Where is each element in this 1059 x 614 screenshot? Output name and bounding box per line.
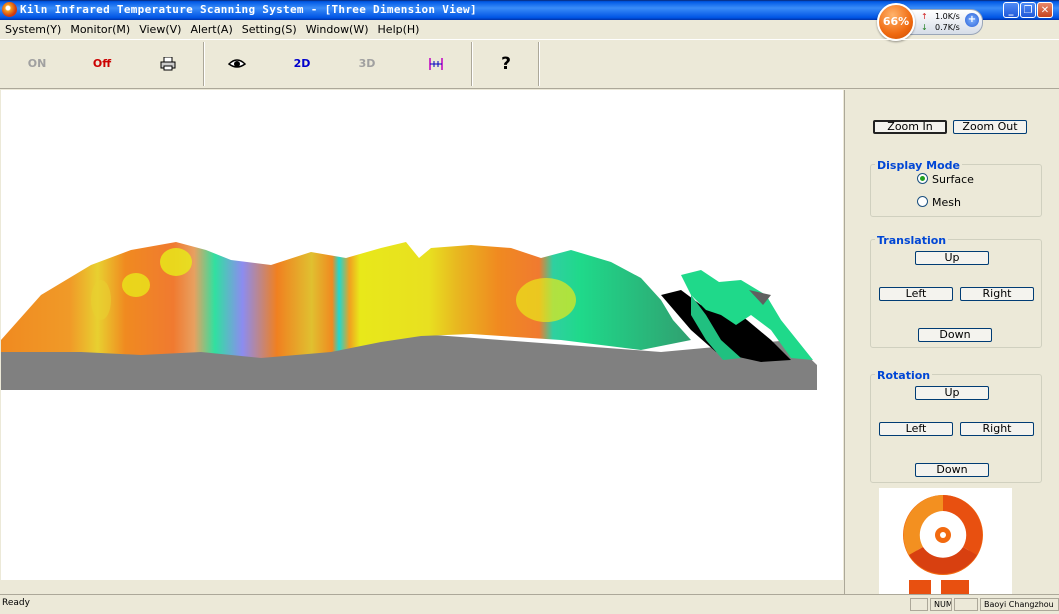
three-dimension-view[interactable] <box>1 90 843 580</box>
rotation-title: Rotation <box>875 369 933 382</box>
toolbar: ON Off 2D 3D ? <box>0 39 1059 89</box>
menu-help[interactable]: Help(H) <box>373 20 424 36</box>
menu-window[interactable]: Window(W) <box>301 20 373 36</box>
network-monitor-widget[interactable]: 66% ↑ 1.0K/s ↓ 0.7K/s + <box>877 3 983 41</box>
translate-up-button[interactable]: Up <box>915 251 989 265</box>
menu-system[interactable]: System(Y) <box>0 20 65 36</box>
on-button[interactable]: ON <box>17 53 57 75</box>
download-arrow-icon: ↓ <box>921 23 928 32</box>
translation-title: Translation <box>875 234 949 247</box>
download-rate: 0.7K/s <box>935 23 960 32</box>
close-button[interactable]: ✕ <box>1037 2 1053 18</box>
display-mode-group: Display Mode Surface Mesh <box>870 159 1042 217</box>
cpu-usage-ball[interactable]: 66% <box>877 3 915 41</box>
help-button[interactable]: ? <box>486 53 526 75</box>
hot-spot <box>160 248 192 276</box>
num-lock-indicator: NUM <box>930 598 952 611</box>
mesh-label: Mesh <box>932 196 961 209</box>
menu-bar: System(Y) Monitor(M) View(V) Alert(A) Settin… <box>0 20 860 39</box>
upload-rate: 1.0K/s <box>935 12 960 21</box>
status-bar: Ready NUM Baoyi Changzhou <box>0 594 1059 614</box>
view-3d-button[interactable]: 3D <box>347 53 387 75</box>
radio-button[interactable] <box>917 173 928 184</box>
surface-label: Surface <box>932 173 974 186</box>
view-button[interactable] <box>217 53 257 75</box>
minimize-button[interactable]: _ <box>1003 2 1019 18</box>
restore-button[interactable]: ❐ <box>1020 2 1036 18</box>
company-logo <box>879 488 1012 594</box>
hot-spot <box>91 280 111 320</box>
toolbar-separator <box>538 42 540 86</box>
menu-monitor[interactable]: Monitor(M) <box>65 20 134 36</box>
app-icon[interactable] <box>2 2 17 17</box>
menu-alert[interactable]: Alert(A) <box>185 20 236 36</box>
surface-radio[interactable]: Surface <box>917 173 974 186</box>
translate-right-button[interactable]: Right <box>960 287 1034 301</box>
mesh-radio[interactable]: Mesh <box>917 196 961 209</box>
status-cell-empty <box>910 598 928 611</box>
translate-down-button[interactable]: Down <box>918 328 992 342</box>
menu-view[interactable]: View(V) <box>134 20 185 36</box>
zoom-out-button[interactable]: Zoom Out <box>953 120 1027 134</box>
view-2d-button[interactable]: 2D <box>282 53 322 75</box>
temperature-surface-plot <box>1 242 817 390</box>
menu-setting[interactable]: Setting(S) <box>237 20 301 36</box>
status-cell-empty <box>954 598 978 611</box>
control-panel: Zoom In Zoom Out Display Mode Surface Me… <box>844 90 1059 594</box>
rotate-left-button[interactable]: Left <box>879 422 953 436</box>
hot-spot <box>122 273 150 297</box>
upload-arrow-icon: ↑ <box>921 12 928 21</box>
translate-left-button[interactable]: Left <box>879 287 953 301</box>
display-mode-title: Display Mode <box>875 159 963 172</box>
rotate-up-button[interactable]: Up <box>915 386 989 400</box>
off-button[interactable]: Off <box>82 53 122 75</box>
accelerate-icon[interactable]: + <box>965 13 979 27</box>
eye-icon <box>227 59 247 68</box>
window-title: Kiln Infrared Temperature Scanning Syste… <box>20 3 477 16</box>
radio-button[interactable] <box>917 196 928 207</box>
zoom-in-button[interactable]: Zoom In <box>873 120 947 134</box>
ruler-icon <box>429 58 443 70</box>
hot-spot <box>516 278 576 322</box>
printer-icon <box>160 56 176 71</box>
status-text: Ready <box>2 598 30 608</box>
rotate-right-button[interactable]: Right <box>960 422 1034 436</box>
ruler-button[interactable] <box>416 53 456 75</box>
rotate-down-button[interactable]: Down <box>915 463 989 477</box>
print-button[interactable] <box>148 53 188 75</box>
toolbar-separator <box>471 42 473 86</box>
company-logo-image <box>903 495 983 594</box>
company-name: Baoyi Changzhou <box>980 598 1059 611</box>
toolbar-separator <box>203 42 205 86</box>
